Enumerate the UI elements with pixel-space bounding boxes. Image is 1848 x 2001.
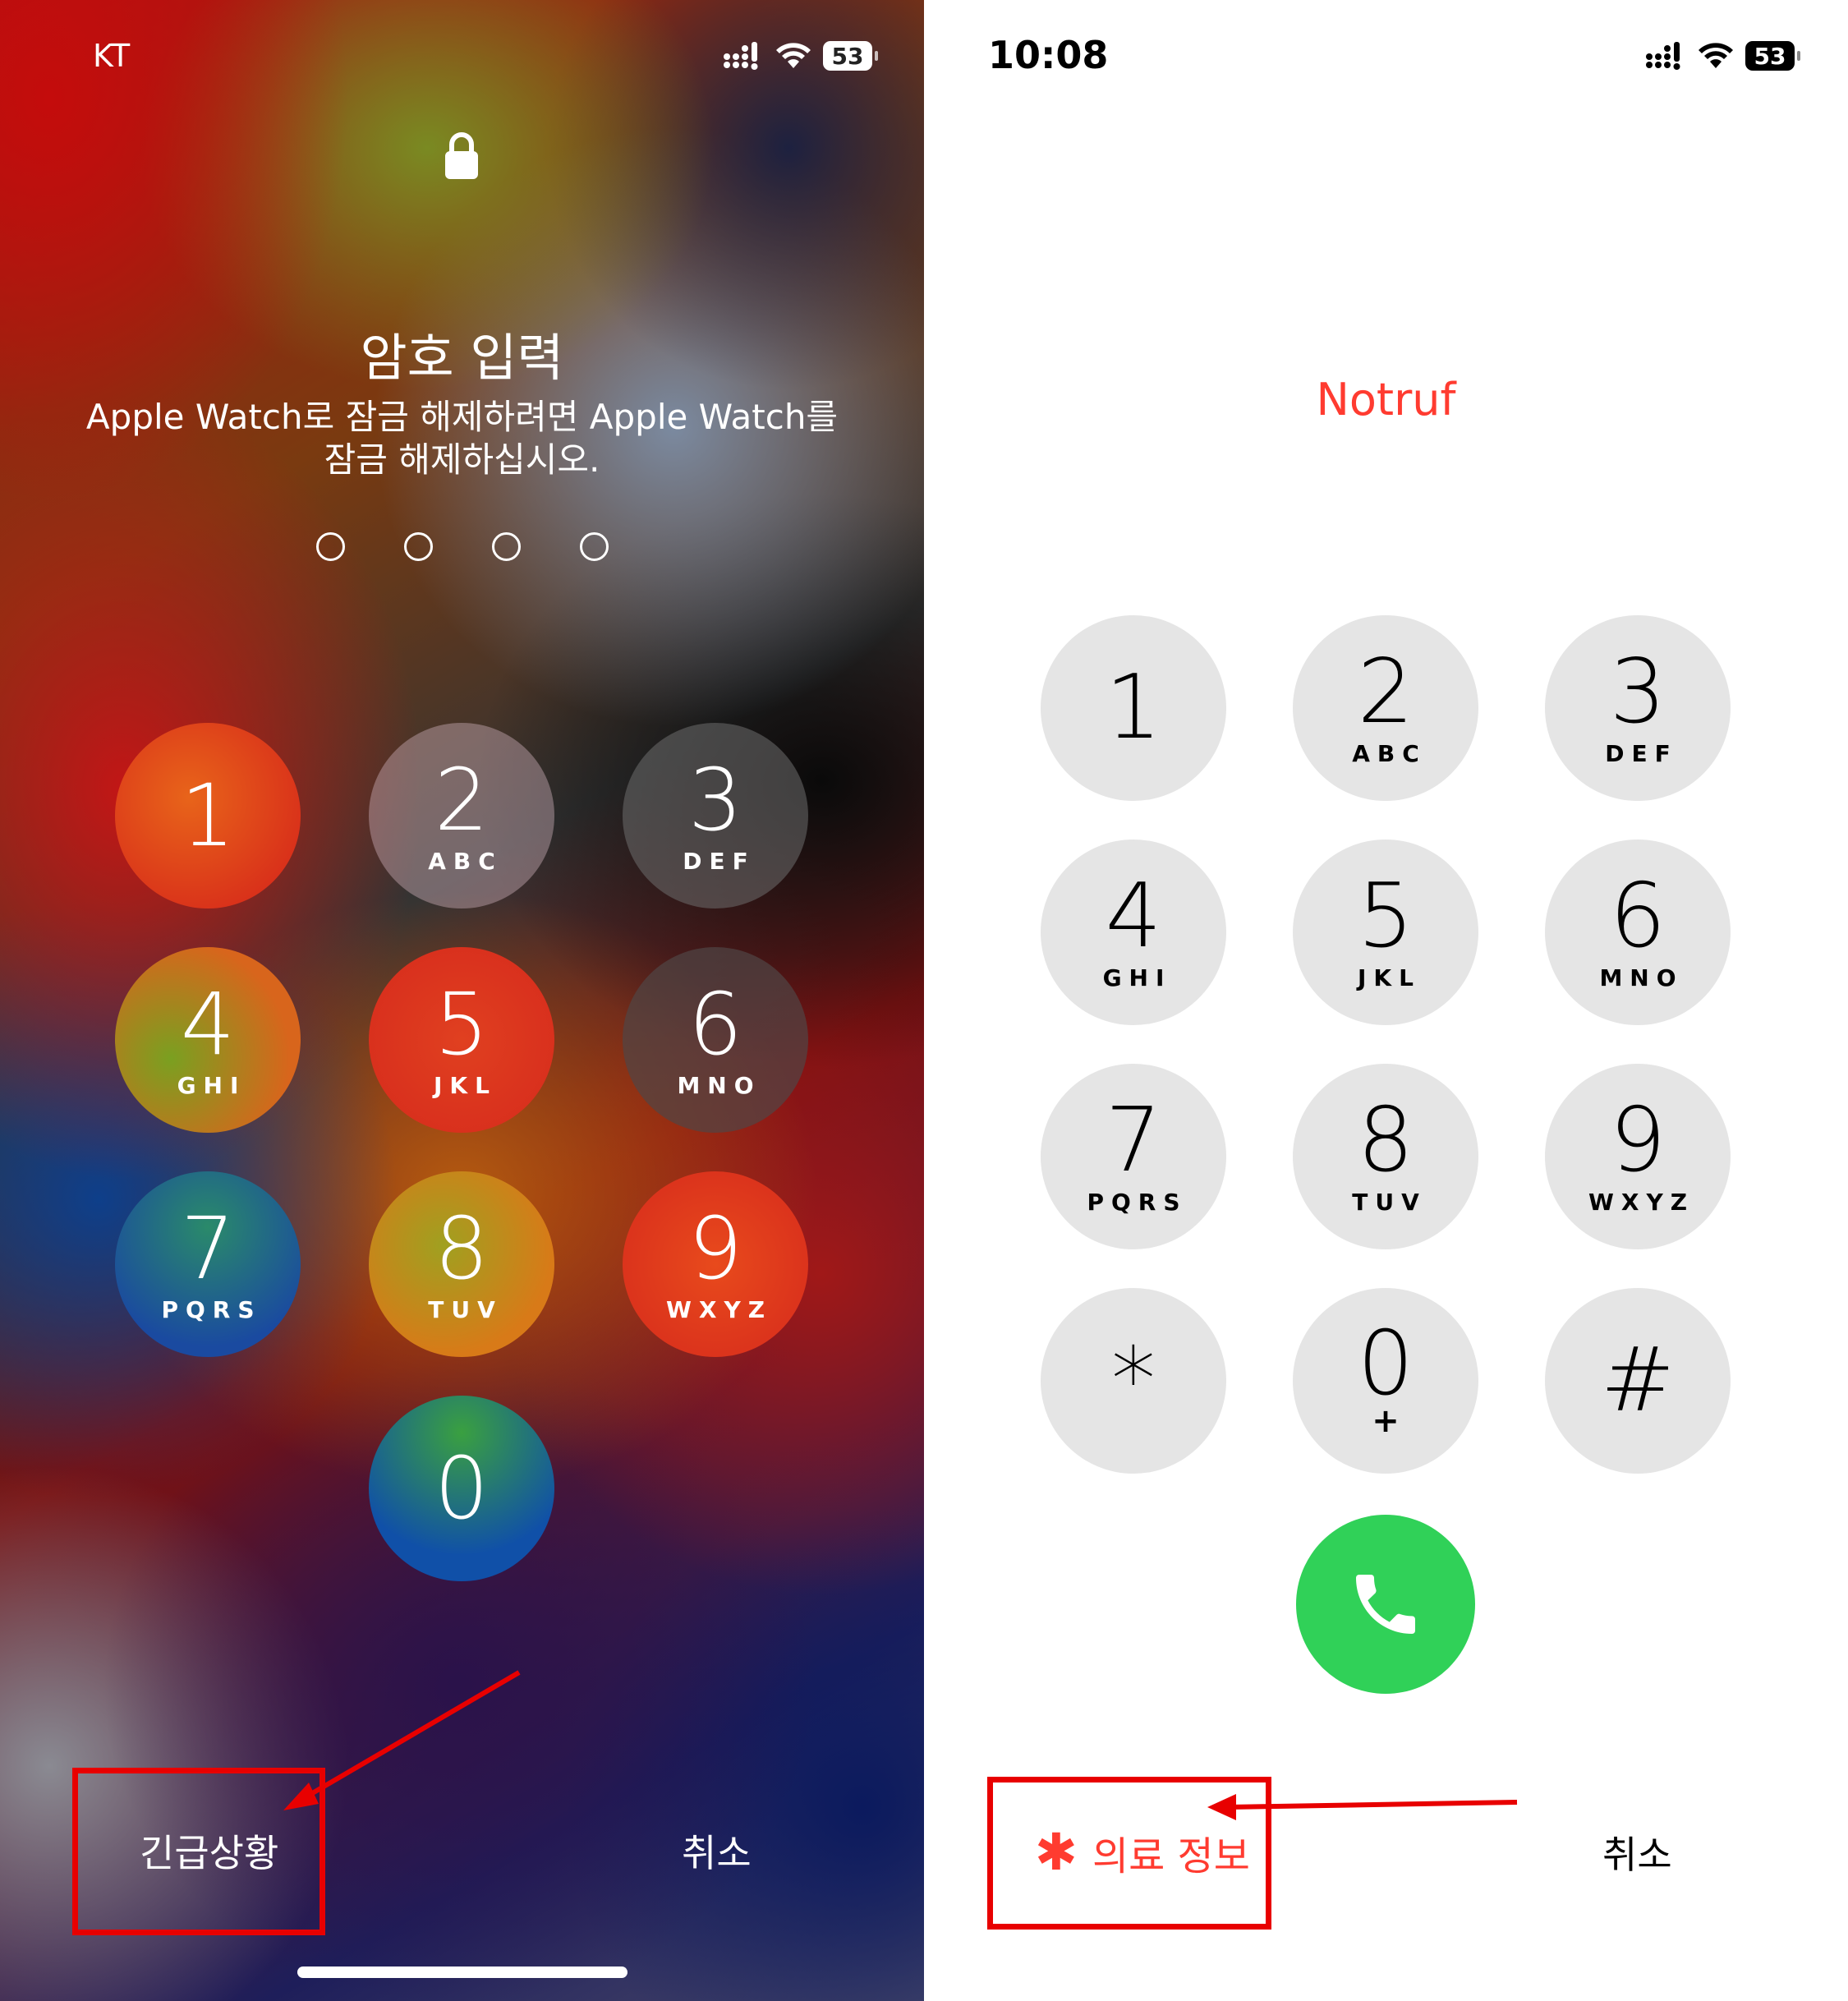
emergency-dialer-panel: 10:08 53 Notruf 1 2 ABC 3 DEF 4 GHI 5 JK… — [924, 0, 1848, 2001]
lock-screen-panel: KT 53 암호 입력 Apple Watch로 잠금 해제하려면 Apple … — [0, 0, 924, 2001]
annotation-arrow — [283, 1670, 521, 1810]
annotation-arrow — [1207, 1794, 1518, 1820]
